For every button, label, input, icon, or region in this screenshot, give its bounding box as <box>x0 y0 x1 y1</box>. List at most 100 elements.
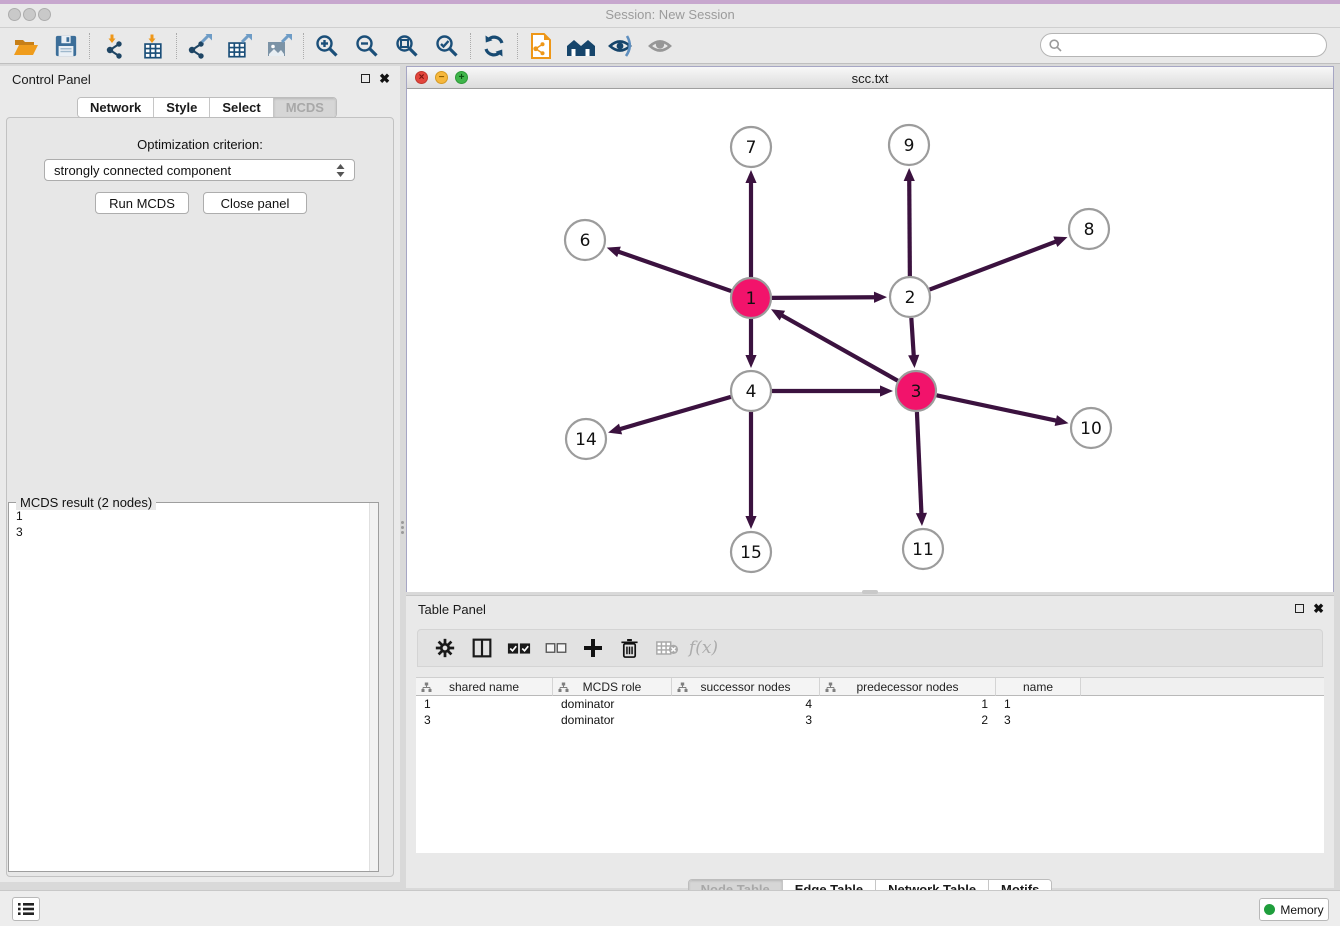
import-table-button[interactable] <box>133 30 173 62</box>
search-input[interactable] <box>1062 36 1326 54</box>
delete-column-button[interactable] <box>611 633 648 663</box>
criterion-dropdown[interactable]: strongly connected component <box>44 159 355 181</box>
search-box[interactable] <box>1040 33 1327 57</box>
hide-graphics-details-button[interactable] <box>601 30 641 62</box>
column-selector-button[interactable] <box>463 633 500 663</box>
new-network-from-selection-button[interactable] <box>521 30 561 62</box>
zoom-out-button[interactable] <box>347 30 387 62</box>
cell-successor-nodes[interactable]: 3 <box>672 712 820 728</box>
cell-mcds-role[interactable]: dominator <box>553 696 672 712</box>
export-network-button[interactable] <box>180 30 220 62</box>
graph-node-1[interactable]: 1 <box>731 278 771 318</box>
column-type-icon <box>677 682 688 693</box>
close-table-panel-icon[interactable]: ✖ <box>1313 602 1324 615</box>
column-header-predecessor-nodes[interactable]: predecessor nodes <box>820 678 996 697</box>
column-header-shared-name[interactable]: shared name <box>416 678 553 697</box>
graph-edge-1-2[interactable] <box>772 292 887 303</box>
graph-node-7[interactable]: 7 <box>731 127 771 167</box>
graph-edge-3-1[interactable] <box>771 309 898 380</box>
cell-predecessor-nodes[interactable]: 1 <box>820 696 996 712</box>
horizontal-splitter-handle[interactable] <box>862 590 878 594</box>
graph-node-14[interactable]: 14 <box>566 419 606 459</box>
float-panel-icon[interactable] <box>361 74 370 83</box>
graph-edge-4-3[interactable] <box>772 385 893 396</box>
result-scrollbar[interactable] <box>369 503 378 871</box>
graph-node-15[interactable]: 15 <box>731 532 771 572</box>
cell-shared-name[interactable]: 3 <box>416 712 553 728</box>
zoom-fit-button[interactable] <box>387 30 427 62</box>
tab-network[interactable]: Network <box>78 98 154 117</box>
graph-edge-4-15[interactable] <box>745 412 756 529</box>
export-image-button[interactable] <box>260 30 300 62</box>
save-session-button[interactable] <box>46 30 86 62</box>
new-network-from-selection-icon <box>529 33 553 59</box>
graph-node-3[interactable]: 3 <box>896 371 936 411</box>
show-all-columns-button[interactable] <box>500 633 537 663</box>
zoom-in-button[interactable] <box>307 30 347 62</box>
graph-edge-3-10[interactable] <box>937 395 1069 426</box>
column-header-name[interactable]: name <box>996 678 1081 697</box>
add-column-button[interactable] <box>574 633 611 663</box>
table-options-button[interactable] <box>426 633 463 663</box>
graph-node-2[interactable]: 2 <box>890 277 930 317</box>
tab-style[interactable]: Style <box>154 98 210 117</box>
graph-edge-3-11[interactable] <box>916 412 927 526</box>
graph-edge-4-14[interactable] <box>608 397 731 434</box>
graph-edge-2-3[interactable] <box>908 318 919 368</box>
function-builder-icon: f(x) <box>689 638 718 658</box>
refresh-button[interactable] <box>474 30 514 62</box>
graph-edge-2-8[interactable] <box>930 237 1068 290</box>
open-file-button[interactable] <box>6 30 46 62</box>
tab-select[interactable]: Select <box>210 98 273 117</box>
hide-all-columns-button[interactable] <box>537 633 574 663</box>
table-row[interactable]: 3dominator323 <box>416 712 1324 728</box>
delete-table-button <box>648 633 685 663</box>
graph-edge-1-4[interactable] <box>745 319 756 368</box>
column-header-mcds-role[interactable]: MCDS role <box>553 678 672 697</box>
graph-node-11[interactable]: 11 <box>903 529 943 569</box>
graph-node-8[interactable]: 8 <box>1069 209 1109 249</box>
panel-splitter-handle[interactable] <box>400 516 405 538</box>
zoom-selected-button[interactable] <box>427 30 467 62</box>
table-row[interactable]: 1dominator411 <box>416 696 1324 712</box>
tab-mcds[interactable]: MCDS <box>274 98 336 117</box>
network-canvas[interactable]: 7 9 6 8 1 2 4 3 14 10 15 11 <box>407 89 1333 592</box>
show-graphics-details-button <box>641 30 681 62</box>
close-panel-icon[interactable]: ✖ <box>379 72 390 85</box>
export-table-button[interactable] <box>220 30 260 62</box>
network-overview-button[interactable] <box>561 30 601 62</box>
task-history-button[interactable] <box>12 897 40 921</box>
control-panel-tabs: NetworkStyleSelectMCDS <box>77 97 337 118</box>
function-builder-button: f(x) <box>685 633 722 663</box>
mcds-result-list: 13 <box>16 508 23 540</box>
network-window-titlebar[interactable]: × − + scc.txt <box>407 67 1333 89</box>
graph-node-4[interactable]: 4 <box>731 371 771 411</box>
mcds-result-box: MCDS result (2 nodes) 13 <box>8 502 379 872</box>
graph-edge-2-9[interactable] <box>904 168 915 276</box>
cell-shared-name[interactable]: 1 <box>416 696 553 712</box>
svg-text:7: 7 <box>746 138 757 158</box>
graph-node-10[interactable]: 10 <box>1071 408 1111 448</box>
graph-node-9[interactable]: 9 <box>889 125 929 165</box>
cell-predecessor-nodes[interactable]: 2 <box>820 712 996 728</box>
cell-name[interactable]: 3 <box>996 712 1081 728</box>
toolbar-buttons <box>6 30 681 62</box>
close-panel-button[interactable]: Close panel <box>203 192 307 214</box>
svg-text:1: 1 <box>746 289 757 309</box>
graph-node-6[interactable]: 6 <box>565 220 605 260</box>
column-header-successor-nodes[interactable]: successor nodes <box>672 678 820 697</box>
import-network-button[interactable] <box>93 30 133 62</box>
cell-name[interactable]: 1 <box>996 696 1081 712</box>
cell-successor-nodes[interactable]: 4 <box>672 696 820 712</box>
graph-edge-1-7[interactable] <box>745 170 756 277</box>
hide-all-columns-icon <box>545 642 567 654</box>
graph-edge-1-6[interactable] <box>607 247 731 291</box>
zoom-fit-icon <box>394 33 420 59</box>
float-table-panel-icon[interactable] <box>1295 604 1304 613</box>
export-image-icon <box>266 33 294 59</box>
network-window-title: scc.txt <box>407 71 1333 86</box>
toolbar-separator <box>303 33 304 59</box>
memory-button[interactable]: Memory <box>1259 898 1329 921</box>
run-mcds-button[interactable]: Run MCDS <box>95 192 189 214</box>
cell-mcds-role[interactable]: dominator <box>553 712 672 728</box>
